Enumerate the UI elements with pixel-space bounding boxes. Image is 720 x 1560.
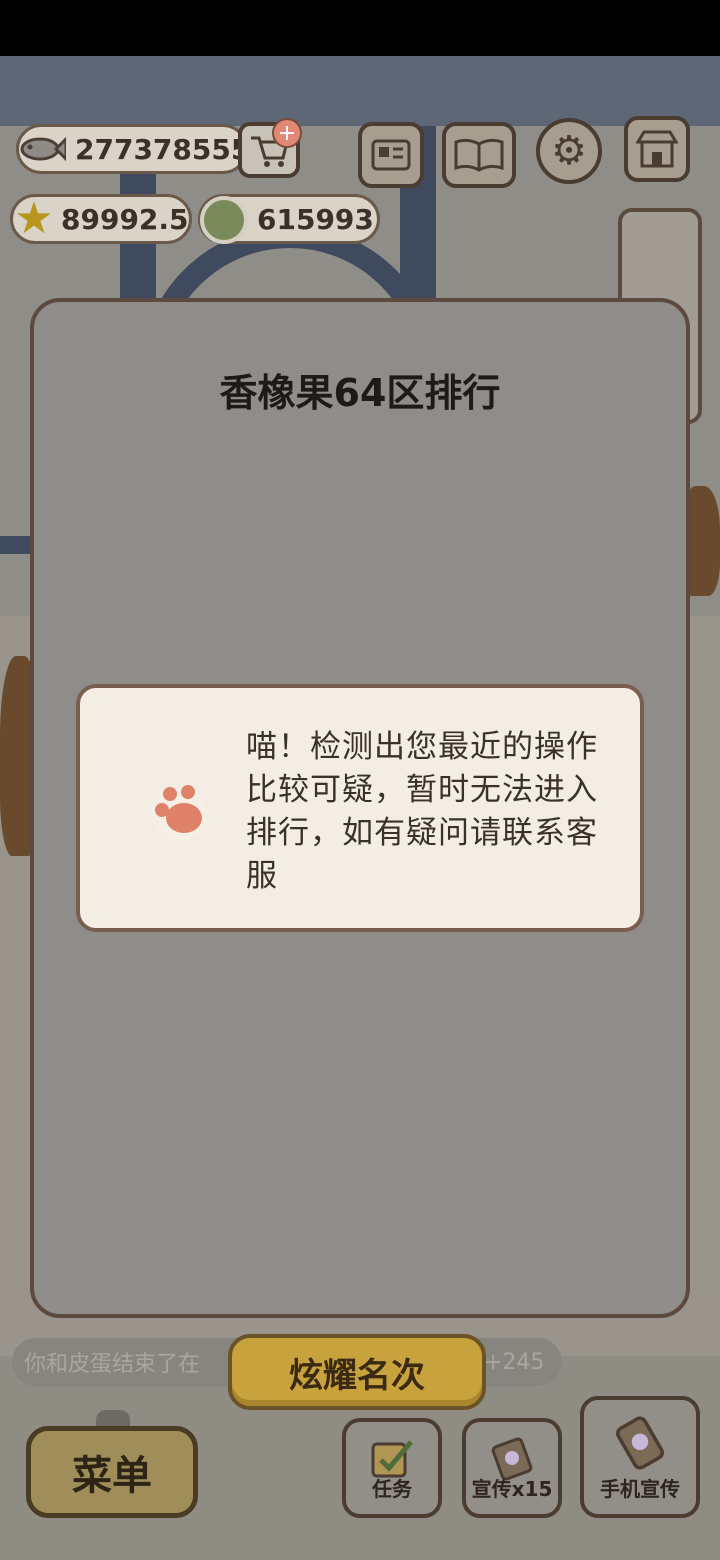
- lifebuoy-icon: [200, 196, 248, 244]
- status-bar: [0, 0, 720, 56]
- promo-button[interactable]: 宣传x15: [462, 1418, 562, 1518]
- task-button[interactable]: 任务: [342, 1418, 442, 1518]
- notice-message: 喵！检测出您最近的操作比较可疑，暂时无法进入排行，如有疑问请联系客服: [246, 729, 598, 894]
- add-plus-icon[interactable]: +: [272, 118, 302, 148]
- paw-icon: [151, 785, 207, 842]
- menu-button[interactable]: 菜单: [26, 1426, 198, 1518]
- chat-suffix: +245: [484, 1350, 545, 1375]
- suspicious-notice-card: 喵！检测出您最近的操作比较可疑，暂时无法进入排行，如有疑问请联系客服: [76, 684, 644, 932]
- modal-title: 香橡果64区排行: [219, 371, 501, 415]
- phone-promo-button[interactable]: 手机宣传: [580, 1396, 700, 1518]
- settings-gear-icon[interactable]: ⚙: [536, 118, 602, 184]
- gem-amount: 615993: [257, 202, 374, 236]
- show-rank-button[interactable]: 炫耀名次: [228, 1334, 486, 1410]
- promo-label: 宣传x15: [471, 1477, 553, 1501]
- store-house-button[interactable]: [624, 116, 690, 182]
- phone-promo-label: 手机宣传: [600, 1477, 680, 1501]
- star-amount: 89992.5: [61, 202, 189, 236]
- star-icon: ★: [14, 192, 54, 244]
- book-button[interactable]: [442, 122, 516, 188]
- chat-text: 你和皮蛋结束了在: [24, 1352, 201, 1377]
- fish-amount: 277378555: [75, 132, 251, 166]
- newspaper-button[interactable]: [358, 122, 424, 188]
- fish-icon: [18, 125, 66, 173]
- task-label: 任务: [372, 1477, 412, 1501]
- phone-icon: [616, 1416, 664, 1470]
